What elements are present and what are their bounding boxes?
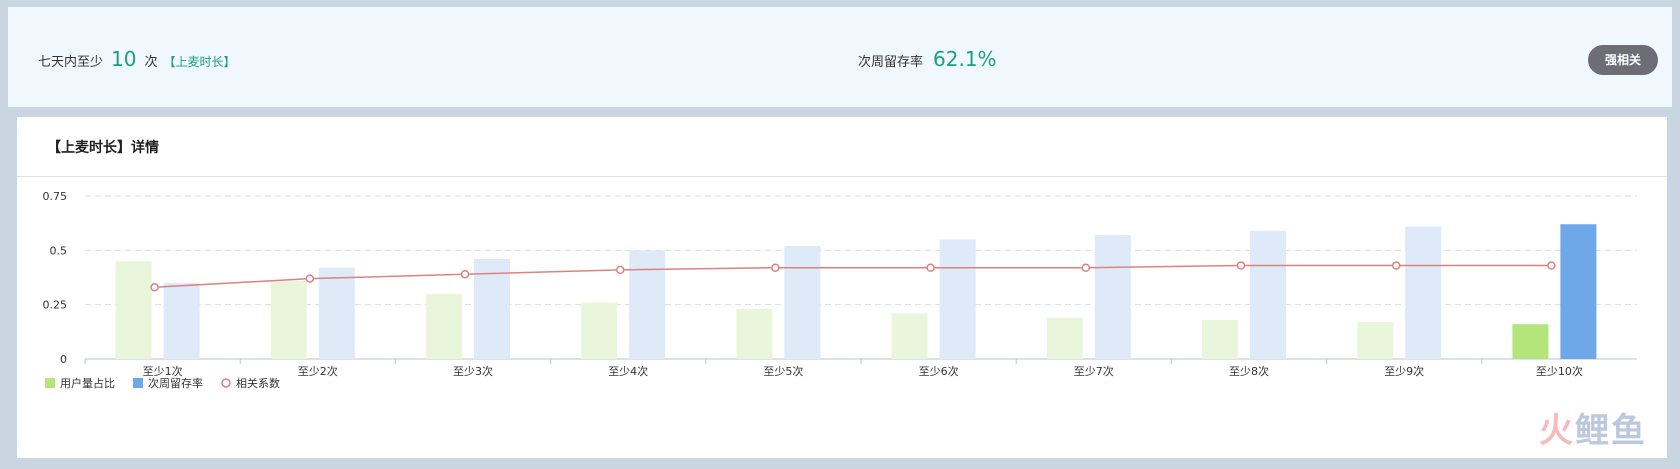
x-tick-label: 至少7次 <box>1074 364 1114 378</box>
bar-retention <box>1405 226 1442 359</box>
correlation-line <box>154 264 1552 289</box>
y-tick-label: 0.75 <box>43 190 68 203</box>
legend-marker-retention <box>133 378 143 388</box>
bar-user-share <box>1202 319 1238 359</box>
retention-value: 62.1% <box>933 47 997 71</box>
y-tick-label: 0 <box>60 353 67 366</box>
correlation-point <box>615 265 625 275</box>
legend-marker-correlation <box>221 378 231 388</box>
bar-retention <box>629 250 666 359</box>
detail-card: 【上麦时长】详情 0 0.25 0.5 0.75 至少1次 至少2次 至少3次 至少4次 至少5… <box>17 117 1667 458</box>
y-tick-label: 0.25 <box>43 299 68 312</box>
bar-user-share <box>736 309 773 359</box>
correlation-point <box>1236 261 1246 270</box>
bar-user-share <box>1046 317 1083 359</box>
x-tick-label: 至少5次 <box>763 364 803 378</box>
event-tag[interactable]: 【上麦时长】 <box>163 53 235 70</box>
bar-retention <box>318 267 355 359</box>
bar-retention <box>163 282 200 359</box>
threshold-prefix: 七天内至少 <box>38 55 104 70</box>
threshold-count: 10 <box>111 47 137 71</box>
correlation-point <box>771 263 780 272</box>
bar-retention <box>939 239 976 359</box>
y-tick-label: 0.5 <box>50 244 68 257</box>
x-tick-label: 至少4次 <box>608 364 648 378</box>
legend-label: 次周留存率 <box>148 376 203 390</box>
legend-marker-user-share <box>45 378 55 388</box>
bar-user-share <box>1357 322 1394 359</box>
x-tick-label: 至少2次 <box>298 364 338 378</box>
correlation-point <box>150 283 159 292</box>
bar-user-share <box>115 261 152 359</box>
x-tick-label: 至少3次 <box>453 364 493 378</box>
summary-card: 七天内至少 10 次 【上麦时长】 次周留存率 62.1% 强相关 <box>7 6 1673 108</box>
watermark-logo: 火鲤鱼 <box>1539 411 1647 451</box>
bar-retention <box>784 245 821 359</box>
bar-user-share <box>1512 324 1549 359</box>
chart: 0 0.25 0.5 0.75 至少1次 至少2次 至少3次 至少4次 至少5次 至少6次 至少7次… <box>43 190 1637 390</box>
bar-user-share <box>426 293 462 359</box>
x-tick-label: 至少10次 <box>1536 364 1583 378</box>
correlation-button[interactable]: 强相关 <box>1588 45 1658 75</box>
correlation-point <box>926 263 935 272</box>
legend-label: 相关系数 <box>236 376 280 390</box>
bar-user-share <box>891 313 928 359</box>
x-tick-label: 至少1次 <box>143 364 183 378</box>
bar-retention <box>1250 230 1286 359</box>
bar-user-share <box>270 280 307 359</box>
retention-label: 次周留存率 <box>858 55 924 70</box>
event-threshold: 七天内至少 10 次 【上麦时长】 <box>38 47 236 71</box>
x-tick-label: 至少8次 <box>1229 364 1269 378</box>
correlation-point <box>1547 261 1556 270</box>
bar-retention <box>1094 235 1131 359</box>
legend-label: 用户量占比 <box>60 376 115 390</box>
bar-user-share <box>581 302 618 359</box>
x-tick-label: 至少9次 <box>1384 364 1424 378</box>
retention-metric: 次周留存率 62.1% <box>858 47 997 71</box>
bar-retention <box>1560 224 1597 359</box>
x-tick-label: 至少6次 <box>919 364 959 378</box>
threshold-unit: 次 <box>144 55 158 70</box>
correlation-point <box>305 274 315 283</box>
correlation-point <box>1391 261 1401 270</box>
correlation-point <box>1081 263 1091 272</box>
correlation-point <box>460 269 470 279</box>
